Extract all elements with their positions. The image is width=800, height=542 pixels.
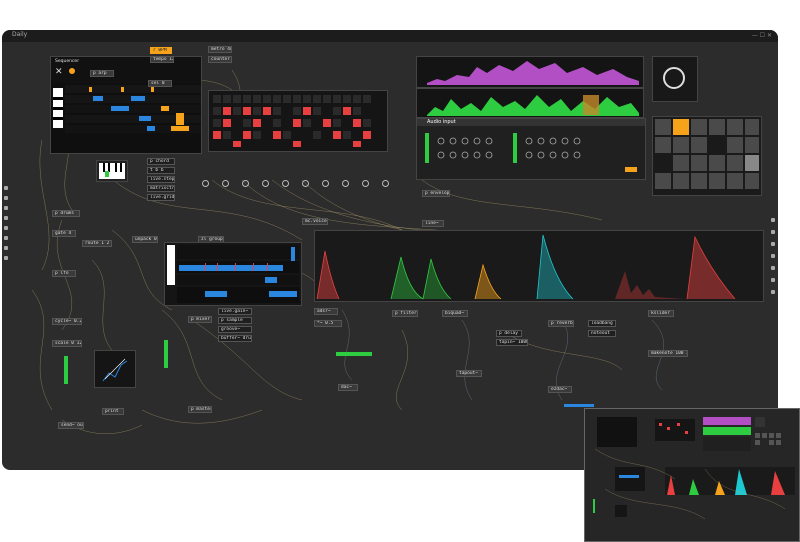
unpack-object[interactable]: unpack 0 0 — [132, 236, 158, 243]
buffer-object[interactable]: buffer~ drums — [218, 335, 252, 342]
gate-object[interactable]: gate 4 — [52, 230, 76, 237]
metro-object[interactable]: metro 4n — [208, 46, 232, 53]
chord-object[interactable]: p chord — [147, 158, 175, 165]
adsr-object[interactable]: adsr~ — [314, 308, 338, 315]
drum-matrix[interactable] — [208, 90, 388, 152]
gain-object[interactable]: live.gain~ — [218, 308, 252, 315]
line-object[interactable]: line~ — [422, 220, 444, 227]
dac-object[interactable]: dac~ — [338, 384, 358, 391]
step-grid[interactable] — [51, 83, 201, 153]
ezdac-object[interactable]: ezdac~ — [548, 386, 572, 393]
envelope-object[interactable]: p envelope — [422, 190, 450, 197]
right-toolbar[interactable] — [768, 210, 778, 320]
drum-matrix-cells[interactable] — [209, 91, 387, 151]
pad-cells[interactable] — [653, 117, 761, 195]
mixer-object[interactable]: p mixer — [188, 316, 212, 323]
biquad-object[interactable]: biquad~ — [442, 310, 468, 317]
level-meter-mid — [336, 352, 372, 356]
purple-waveform — [427, 61, 639, 85]
preview-content — [585, 409, 799, 541]
delay-object[interactable]: p delay — [496, 330, 522, 337]
left-toolbar[interactable] — [2, 180, 10, 310]
knob-9[interactable] — [362, 180, 369, 187]
filter-object[interactable]: p filter — [392, 310, 418, 317]
vertical-meter-left — [64, 356, 68, 384]
knob-6[interactable] — [302, 180, 309, 187]
vertical-meter-mid — [164, 340, 168, 368]
knob-8[interactable] — [342, 180, 349, 187]
counter-object[interactable]: counter 16 — [208, 56, 232, 63]
knob-10[interactable] — [382, 180, 389, 187]
route-object[interactable]: route 1 2 3 — [82, 240, 112, 247]
knob-4[interactable] — [262, 180, 269, 187]
scope-display — [94, 350, 136, 388]
level-meter-right — [564, 404, 594, 407]
sample-object[interactable]: p sample — [218, 317, 252, 324]
sequencer-title: Sequencer — [55, 59, 80, 64]
loadbang-object[interactable]: loadbang — [588, 320, 616, 327]
trigger-object[interactable]: t b b — [147, 167, 175, 174]
step-object[interactable]: live.step — [147, 176, 175, 183]
kslider-object[interactable]: kslider — [648, 310, 674, 317]
print-object[interactable]: print — [102, 408, 124, 415]
clip-lanes[interactable] — [165, 243, 301, 305]
pad-grid[interactable] — [652, 116, 762, 196]
knob-2[interactable] — [222, 180, 229, 187]
waveform-green — [416, 88, 644, 118]
audio-on-button[interactable] — [625, 167, 637, 172]
circle-display — [652, 56, 698, 102]
waveform-purple — [416, 56, 644, 88]
bpm-object[interactable]: r BPM — [150, 47, 172, 54]
tapout-object[interactable]: tapout~ — [456, 370, 482, 377]
keyboard-widget[interactable] — [96, 160, 128, 182]
select-object[interactable]: sel 0 — [148, 80, 172, 87]
clip-panel[interactable] — [164, 242, 302, 306]
groove-object[interactable]: groove~ — [218, 326, 252, 333]
patcher-window: Daily — ☐ ✕ Sequencer ✕ r BPM tempo 1 me… — [2, 30, 778, 470]
scope-trace — [102, 358, 128, 382]
envelope-display — [314, 230, 764, 302]
audio-input-knobs[interactable] — [417, 119, 645, 179]
envelope-curves — [316, 234, 736, 300]
preview-thumbnail[interactable] — [584, 408, 800, 542]
drums-object[interactable]: p drums — [52, 210, 80, 217]
makenote-object[interactable]: makenote 100 250 — [648, 350, 688, 357]
tempo-object[interactable]: tempo 120 — [150, 56, 174, 63]
cycle-object[interactable]: cycle~ 0.25 — [52, 318, 82, 325]
knob-5[interactable] — [282, 180, 289, 187]
sequencer-panel[interactable]: Sequencer ✕ — [50, 56, 202, 154]
matrixctrl-object[interactable]: matrixctrl — [147, 185, 175, 192]
reverb-object[interactable]: p reverb — [548, 320, 574, 327]
keyboard-keys[interactable] — [97, 161, 127, 181]
multiply-object[interactable]: *~ 0.5 — [314, 320, 342, 327]
record-icon[interactable] — [69, 68, 75, 74]
knob-row[interactable] — [202, 176, 412, 190]
knob-1[interactable] — [202, 180, 209, 187]
ring-icon — [663, 67, 685, 89]
arp-object[interactable]: p arp — [90, 70, 114, 77]
scale-object[interactable]: scale 0 127 — [52, 340, 82, 347]
knob-3[interactable] — [242, 180, 249, 187]
audio-input-panel[interactable]: Audio input — [416, 118, 646, 180]
master-object[interactable]: p master — [188, 406, 212, 413]
knob-7[interactable] — [322, 180, 329, 187]
grid-object[interactable]: live.grid — [147, 194, 175, 201]
lfo-object[interactable]: p lfo — [52, 270, 76, 277]
close-icon[interactable]: ✕ — [55, 67, 63, 77]
tapin-object[interactable]: tapin~ 1000 — [496, 339, 528, 346]
green-waveform — [427, 95, 639, 116]
voices-object[interactable]: mc.voices — [302, 218, 328, 225]
send-object[interactable]: send~ out — [58, 422, 84, 429]
noteout-object[interactable]: noteout — [588, 330, 616, 337]
